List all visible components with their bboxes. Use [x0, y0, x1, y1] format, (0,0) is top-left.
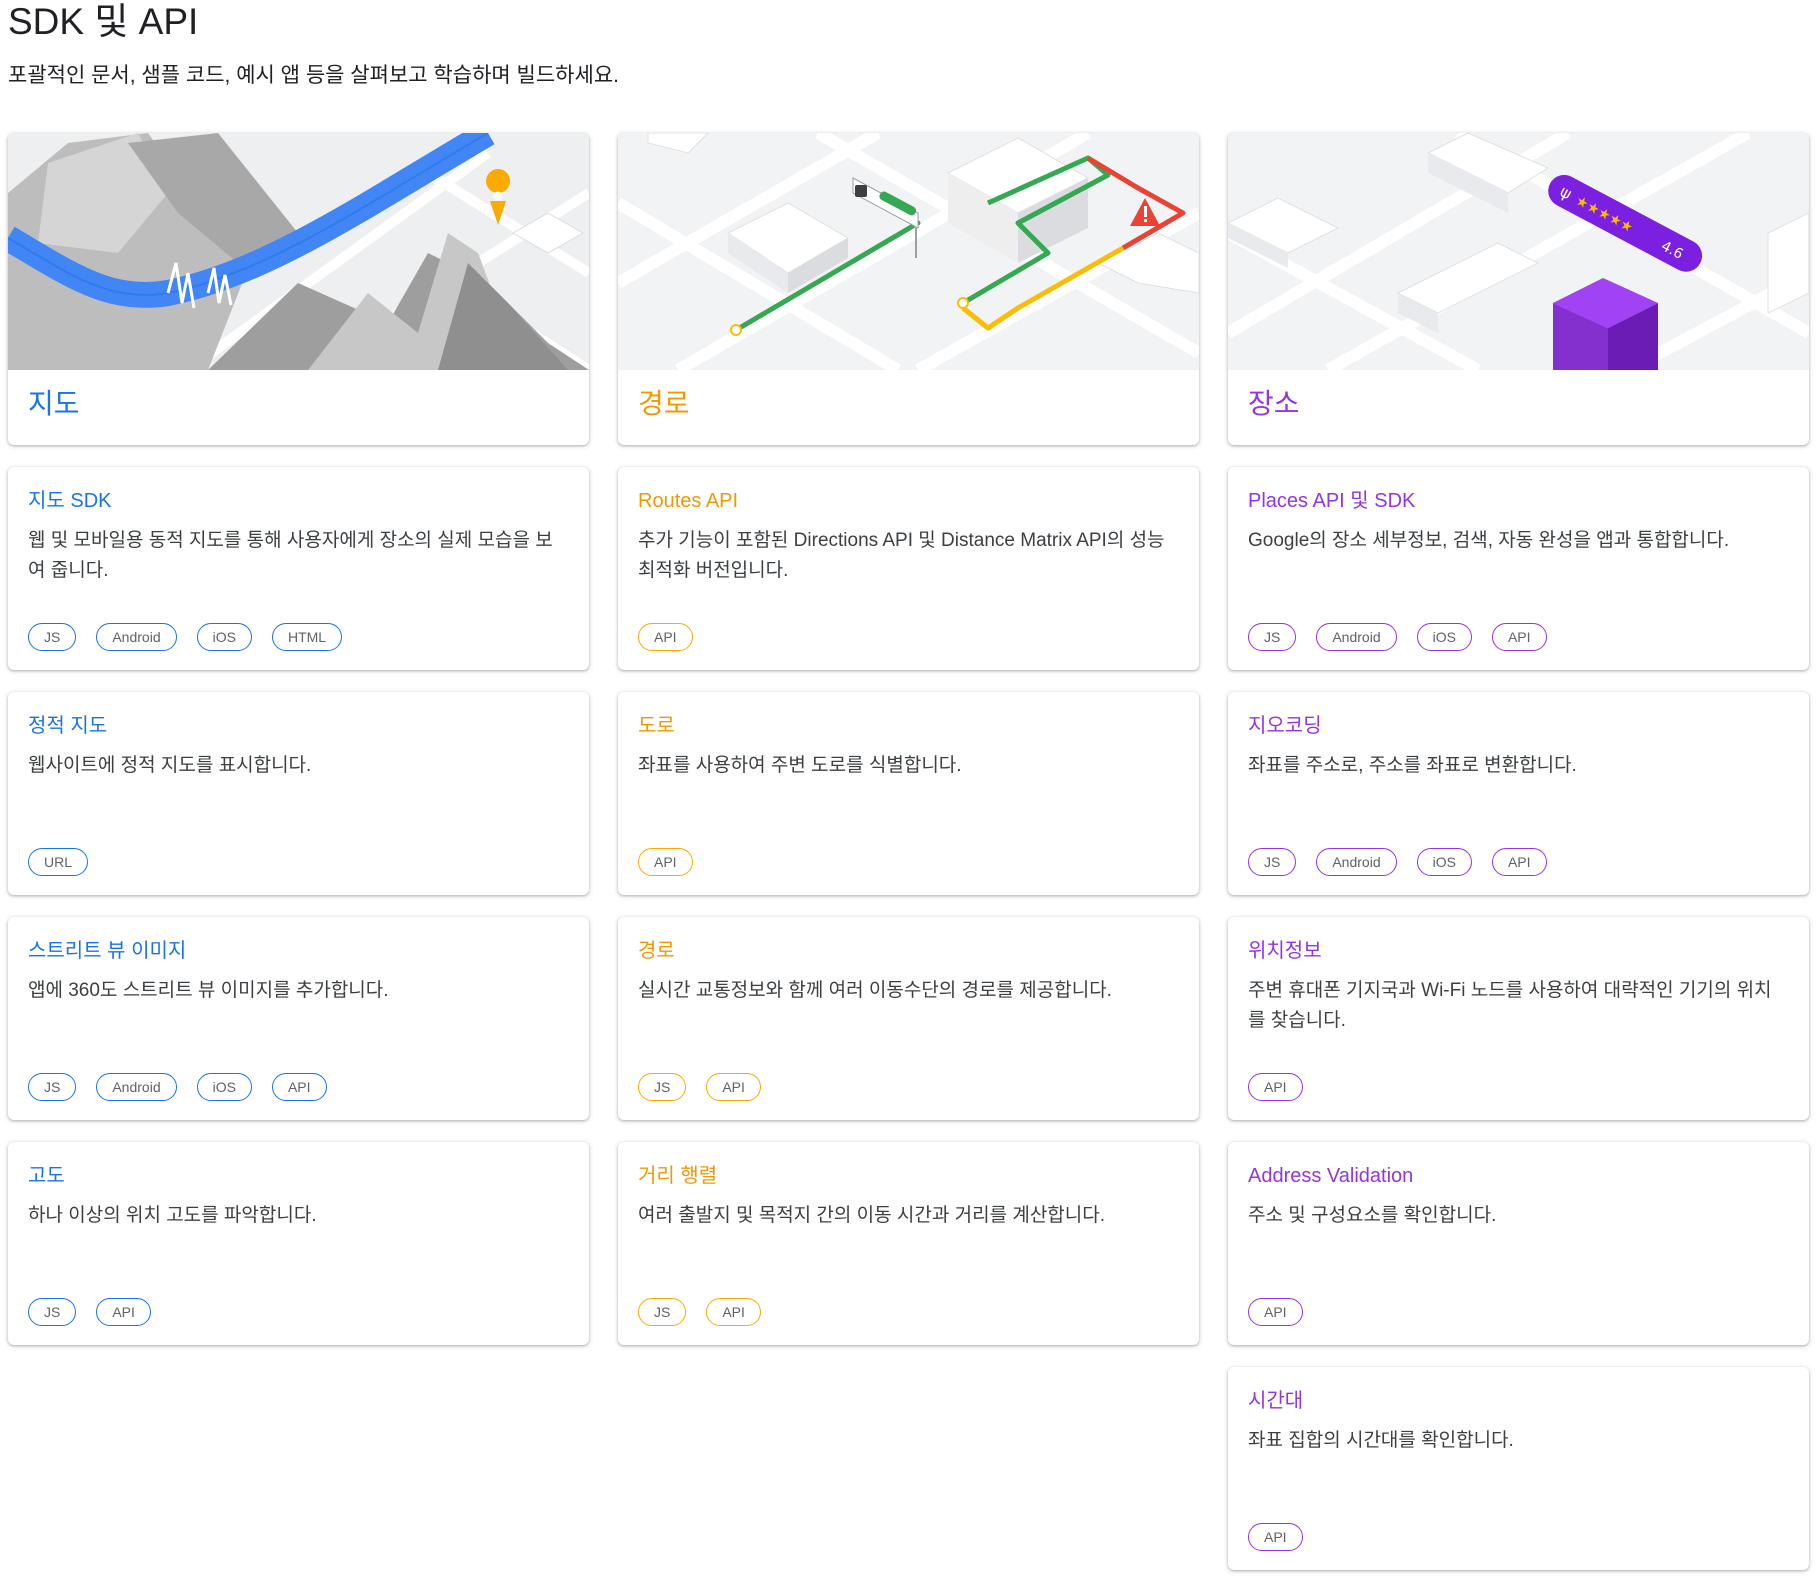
platform-chip-api[interactable]: API [96, 1298, 151, 1326]
product-description: 주변 휴대폰 기지국과 Wi-Fi 노드를 사용하여 대략적인 기기의 위치를 … [1248, 980, 1772, 1031]
product-card-maps-sdk[interactable]: 지도 SDK 웹 및 모바일용 동적 지도를 통해 사용자에게 장소의 실제 모… [8, 467, 589, 670]
maps-hero-card[interactable]: 지도 [8, 133, 589, 445]
platform-chips: API [638, 848, 693, 876]
platform-chip-js[interactable]: JS [28, 1298, 77, 1326]
product-title[interactable]: Routes API [638, 487, 738, 515]
platform-chip-js[interactable]: JS [28, 623, 77, 651]
product-description: 하나 이상의 위치 고도를 파악합니다. [28, 1205, 317, 1226]
product-card-geocoding[interactable]: 지오코딩 좌표를 주소로, 주소를 좌표로 변환합니다. JS Android … [1228, 692, 1809, 895]
product-title[interactable]: 위치정보 [1248, 937, 1322, 965]
product-title[interactable]: 스트리트 뷰 이미지 [28, 937, 186, 965]
product-title[interactable]: Places API 및 SDK [1248, 487, 1415, 515]
platform-chips: JS API [28, 1298, 151, 1326]
product-description: 실시간 교통정보와 함께 여러 이동수단의 경로를 제공합니다. [638, 980, 1112, 1001]
product-card-places-api[interactable]: Places API 및 SDK Google의 장소 세부정보, 검색, 자동… [1228, 467, 1809, 670]
platform-chip-api[interactable]: API [1248, 1523, 1303, 1551]
product-description: 좌표를 주소로, 주소를 좌표로 변환합니다. [1248, 755, 1577, 776]
places-hero-title: 장소 [1248, 388, 1300, 419]
product-description: Google의 장소 세부정보, 검색, 자동 완성을 앱과 통합합니다. [1248, 530, 1730, 551]
platform-chip-api[interactable]: API [1248, 1073, 1303, 1101]
product-card-distance-matrix[interactable]: 거리 행렬 여러 출발지 및 목적지 간의 이동 시간과 거리를 계산합니다. … [618, 1142, 1199, 1345]
product-grid: 지도 지도 SDK 웹 및 모바일용 동적 지도를 통해 사용자에게 장소의 실… [8, 133, 1809, 1592]
product-description: 좌표 집합의 시간대를 확인합니다. [1248, 1430, 1514, 1451]
platform-chip-url[interactable]: URL [28, 848, 89, 876]
places-column: ψ ★★★★★ 4.6 장소 Places API 및 SDK Google의 … [1228, 133, 1809, 1592]
platform-chips: JS Android iOS HTML [28, 623, 343, 651]
platform-chip-js[interactable]: JS [28, 1073, 77, 1101]
maps-illustration [8, 133, 589, 370]
platform-chip-js[interactable]: JS [638, 1073, 687, 1101]
platform-chip-android[interactable]: Android [1316, 623, 1397, 651]
product-card-routes-api[interactable]: Routes API 추가 기능이 포함된 Directions API 및 D… [618, 467, 1199, 670]
places-illustration: ψ ★★★★★ 4.6 [1228, 133, 1809, 370]
platform-chip-ios[interactable]: iOS [196, 623, 252, 651]
places-hero-card[interactable]: ψ ★★★★★ 4.6 장소 [1228, 133, 1809, 445]
product-description: 앱에 360도 스트리트 뷰 이미지를 추가합니다. [28, 980, 389, 1001]
platform-chips: JS Android iOS API [28, 1073, 327, 1101]
product-title[interactable]: 지오코딩 [1248, 712, 1322, 740]
product-title[interactable]: 정적 지도 [28, 712, 107, 740]
maps-hero-title: 지도 [28, 388, 80, 419]
product-title[interactable]: 고도 [28, 1162, 65, 1190]
product-card-address-validation[interactable]: Address Validation 주소 및 구성요소를 확인합니다. API [1228, 1142, 1809, 1345]
platform-chip-api[interactable]: API [706, 1073, 761, 1101]
product-title[interactable]: Address Validation [1248, 1162, 1413, 1190]
product-description: 웹 및 모바일용 동적 지도를 통해 사용자에게 장소의 실제 모습을 보여 줍… [28, 530, 553, 581]
product-description: 추가 기능이 포함된 Directions API 및 Distance Mat… [638, 530, 1165, 581]
routes-column: 경로 Routes API 추가 기능이 포함된 Directions API … [618, 133, 1199, 1592]
routes-illustration [618, 133, 1199, 370]
product-card-roads[interactable]: 도로 좌표를 사용하여 주변 도로를 식별합니다. API [618, 692, 1199, 895]
product-title[interactable]: 시간대 [1248, 1387, 1303, 1415]
product-card-elevation[interactable]: 고도 하나 이상의 위치 고도를 파악합니다. JS API [8, 1142, 589, 1345]
page-title: SDK 및 API [8, 1, 199, 42]
product-title[interactable]: 거리 행렬 [638, 1162, 717, 1190]
platform-chips: JS API [638, 1298, 761, 1326]
platform-chip-js[interactable]: JS [638, 1298, 687, 1326]
product-description: 좌표를 사용하여 주변 도로를 식별합니다. [638, 755, 962, 776]
product-card-street-view[interactable]: 스트리트 뷰 이미지 앱에 360도 스트리트 뷰 이미지를 추가합니다. JS… [8, 917, 589, 1120]
platform-chip-ios[interactable]: iOS [1416, 623, 1472, 651]
platform-chips: API [1248, 1073, 1303, 1101]
product-description: 웹사이트에 정적 지도를 표시합니다. [28, 755, 312, 776]
platform-chip-js[interactable]: JS [1248, 848, 1297, 876]
routes-hero-card[interactable]: 경로 [618, 133, 1199, 445]
platform-chips: JS Android iOS API [1248, 623, 1547, 651]
platform-chip-android[interactable]: Android [1316, 848, 1397, 876]
routes-hero-title: 경로 [638, 388, 690, 419]
platform-chips: API [638, 623, 693, 651]
platform-chips: JS API [638, 1073, 761, 1101]
platform-chip-ios[interactable]: iOS [1416, 848, 1472, 876]
product-card-directions[interactable]: 경로 실시간 교통정보와 함께 여러 이동수단의 경로를 제공합니다. JS A… [618, 917, 1199, 1120]
page-subtitle: 포괄적인 문서, 샘플 코드, 예시 앱 등을 살펴보고 학습하며 빌드하세요. [8, 64, 619, 87]
product-card-geolocation[interactable]: 위치정보 주변 휴대폰 기지국과 Wi-Fi 노드를 사용하여 대략적인 기기의… [1228, 917, 1809, 1120]
platform-chips: API [1248, 1523, 1303, 1551]
platform-chip-js[interactable]: JS [1248, 623, 1297, 651]
product-card-time-zone[interactable]: 시간대 좌표 집합의 시간대를 확인합니다. API [1228, 1367, 1809, 1570]
platform-chip-android[interactable]: Android [96, 623, 177, 651]
platform-chip-api[interactable]: API [706, 1298, 761, 1326]
platform-chip-ios[interactable]: iOS [196, 1073, 252, 1101]
platform-chip-api[interactable]: API [1491, 623, 1547, 651]
product-title[interactable]: 도로 [638, 712, 675, 740]
platform-chip-api[interactable]: API [1491, 848, 1547, 876]
product-description: 여러 출발지 및 목적지 간의 이동 시간과 거리를 계산합니다. [638, 1205, 1106, 1226]
maps-column: 지도 지도 SDK 웹 및 모바일용 동적 지도를 통해 사용자에게 장소의 실… [8, 133, 589, 1592]
platform-chip-api[interactable]: API [638, 623, 693, 651]
platform-chip-android[interactable]: Android [96, 1073, 177, 1101]
platform-chips: API [1248, 1298, 1303, 1326]
product-card-static-maps[interactable]: 정적 지도 웹사이트에 정적 지도를 표시합니다. URL [8, 692, 589, 895]
product-title[interactable]: 경로 [638, 937, 675, 965]
platform-chip-api[interactable]: API [1248, 1298, 1303, 1326]
platform-chip-api[interactable]: API [638, 848, 693, 876]
product-title[interactable]: 지도 SDK [28, 487, 111, 515]
platform-chips: URL [28, 848, 89, 876]
platform-chips: JS Android iOS API [1248, 848, 1547, 876]
platform-chip-api[interactable]: API [271, 1073, 327, 1101]
product-description: 주소 및 구성요소를 확인합니다. [1248, 1205, 1497, 1226]
platform-chip-html[interactable]: HTML [271, 623, 343, 651]
